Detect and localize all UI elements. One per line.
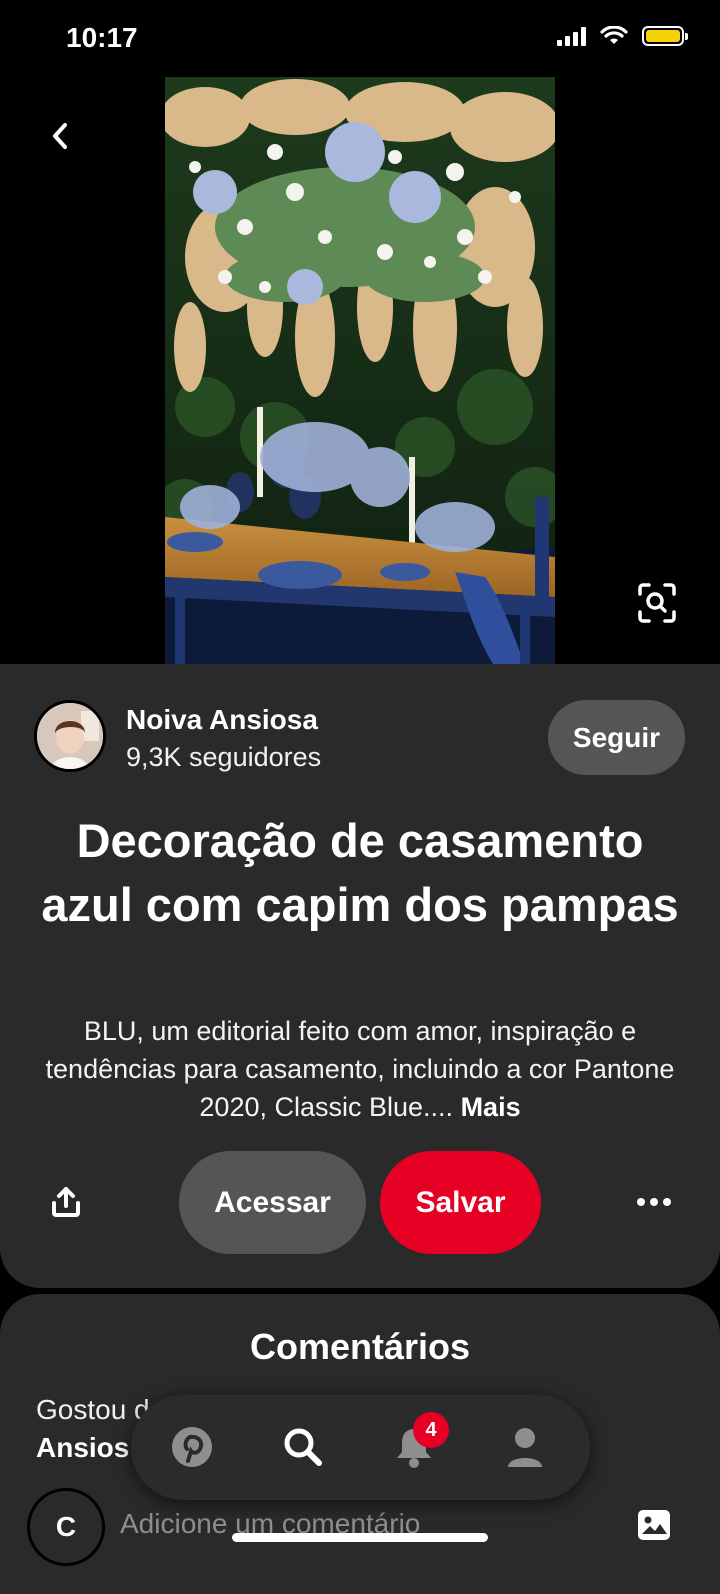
battery-icon: [642, 26, 688, 46]
bottom-nav: [131, 1395, 590, 1500]
save-button[interactable]: Salvar: [380, 1151, 541, 1254]
more-link[interactable]: Mais: [461, 1092, 521, 1122]
status-time: 10:17: [66, 22, 138, 53]
more-dot: [663, 1198, 671, 1206]
lens-icon: [638, 583, 676, 623]
creator-followers: 9,3K seguidores: [126, 742, 322, 772]
notification-badge: 4: [413, 1412, 449, 1448]
search-icon: [284, 1428, 322, 1466]
wifi-icon: [600, 26, 628, 44]
image-icon: [638, 1510, 670, 1540]
pin-photo: [165, 77, 555, 667]
pinterest-icon: [172, 1427, 212, 1467]
profile-icon: [508, 1428, 542, 1467]
back-button[interactable]: [36, 112, 84, 160]
more-dot: [650, 1198, 658, 1206]
signal-icon: [557, 26, 586, 46]
pin-description-text: BLU, um editorial feito com amor, inspir…: [45, 1016, 675, 1122]
visit-button[interactable]: Acessar: [179, 1151, 366, 1254]
more-options-button[interactable]: [628, 1178, 680, 1226]
comment-prompt-line2: Ansios: [36, 1432, 130, 1463]
status-bar: 10:17: [0, 0, 720, 80]
share-button[interactable]: [40, 1176, 92, 1228]
home-indicator: [232, 1533, 488, 1542]
nav-profile[interactable]: [495, 1417, 555, 1477]
comment-prompt-line1: Gostou d: [36, 1394, 150, 1425]
share-icon: [52, 1187, 80, 1217]
pin-image[interactable]: [165, 77, 555, 667]
visual-search-button[interactable]: [630, 576, 684, 630]
nav-home[interactable]: [162, 1417, 222, 1477]
nav-search[interactable]: [273, 1417, 333, 1477]
add-photo-button[interactable]: [636, 1508, 672, 1542]
user-avatar: C: [27, 1488, 105, 1566]
pin-details-card: Noiva Ansiosa 9,3K seguidores Seguir Dec…: [0, 664, 720, 1288]
comments-title: Comentários: [249, 1326, 471, 1367]
creator-avatar[interactable]: [34, 700, 106, 772]
status-icons: [557, 26, 688, 46]
pin-title: Decoração de casamento azul com capim do…: [41, 814, 679, 931]
pin-description: BLU, um editorial feito com amor, inspir…: [30, 1012, 690, 1126]
follow-button[interactable]: Seguir: [548, 700, 685, 775]
chevron-left-icon: [53, 123, 67, 149]
more-dot: [637, 1198, 645, 1206]
creator-name[interactable]: Noiva Ansiosa: [126, 704, 318, 736]
